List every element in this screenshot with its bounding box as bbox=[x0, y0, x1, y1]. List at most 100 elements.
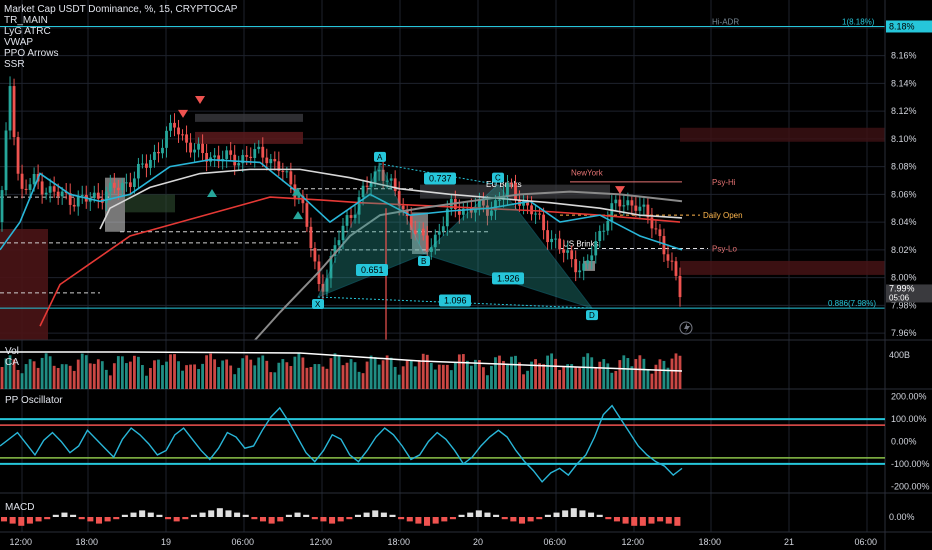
chart-window: Hi-ADR 1(8.18%) 0.886(7.98%) Psy-Hi Daily Op… bbox=[0, 0, 932, 550]
volume-bar bbox=[145, 375, 148, 389]
legend-vwap[interactable]: VWAP bbox=[4, 37, 237, 48]
macd-bar bbox=[190, 514, 197, 517]
volume-bar bbox=[241, 358, 245, 389]
macd-bar bbox=[199, 512, 206, 517]
macd-bar bbox=[70, 514, 77, 517]
macd-bar bbox=[329, 517, 336, 524]
volume-bar bbox=[96, 359, 100, 389]
oscillator-title[interactable]: PP Oscillator bbox=[5, 395, 63, 406]
candle-body bbox=[622, 205, 626, 207]
candle-body bbox=[116, 187, 120, 191]
candle-body bbox=[0, 190, 4, 223]
macd-bar bbox=[78, 517, 85, 520]
daily-open-label: Daily Open bbox=[703, 211, 743, 220]
candle-body bbox=[124, 182, 128, 184]
volume-bar bbox=[124, 363, 128, 389]
supply-zone-3 bbox=[680, 127, 885, 142]
volume-bar bbox=[24, 364, 28, 389]
candle-body bbox=[341, 225, 345, 241]
volume-bar bbox=[389, 357, 393, 389]
volume-bar bbox=[586, 353, 590, 389]
candle-body bbox=[289, 171, 293, 185]
macd-bar bbox=[320, 517, 327, 522]
chart-canvas[interactable]: Hi-ADR 1(8.18%) 0.886(7.98%) Psy-Hi Daily Op… bbox=[0, 0, 932, 550]
macd-bar bbox=[182, 517, 189, 520]
volume-bar bbox=[622, 355, 626, 389]
volume-bar bbox=[361, 373, 365, 389]
legend-tr-main[interactable]: TR_MAIN bbox=[4, 15, 237, 26]
candle-body bbox=[570, 250, 574, 260]
candle-body bbox=[558, 238, 562, 250]
volume-bar bbox=[353, 362, 357, 389]
candle-body bbox=[361, 185, 365, 198]
macd-bar bbox=[242, 514, 249, 517]
y-tick-label-9: 8.00% bbox=[891, 273, 917, 283]
volume-bar bbox=[237, 367, 241, 389]
macd-bar bbox=[501, 517, 508, 520]
volume-legend-ca[interactable]: CA bbox=[5, 357, 19, 368]
candle-body bbox=[24, 188, 28, 190]
harmonic-point-D: D bbox=[589, 311, 595, 320]
candle-body bbox=[189, 142, 192, 153]
macd-bar bbox=[311, 517, 318, 520]
osc-y-label-1: 100.00% bbox=[891, 414, 927, 424]
macd-bar bbox=[121, 514, 128, 517]
volume-bar bbox=[261, 355, 265, 389]
x-tick-label-0: 12:00 bbox=[10, 537, 33, 547]
x-tick-label-11: 06:00 bbox=[855, 537, 878, 547]
candle-body bbox=[506, 183, 509, 196]
volume-bar bbox=[32, 361, 36, 389]
macd-bar bbox=[44, 517, 51, 520]
volume-bar bbox=[68, 365, 72, 389]
volume-bar bbox=[486, 375, 489, 389]
volume-bar bbox=[437, 364, 441, 389]
candle-body bbox=[257, 146, 261, 150]
legend-lyg-atrc[interactable]: LyG ATRC bbox=[4, 26, 237, 37]
candle-body bbox=[337, 240, 341, 246]
y-tick-label-3: 8.12% bbox=[891, 106, 917, 116]
volume-bar bbox=[381, 360, 385, 389]
candle-body bbox=[365, 185, 369, 187]
candle-body bbox=[16, 137, 20, 174]
y-tick-label-5: 8.08% bbox=[891, 162, 917, 172]
macd-bar bbox=[18, 517, 25, 526]
candle-body bbox=[185, 134, 188, 143]
macd-bar bbox=[52, 514, 59, 517]
volume-bar bbox=[345, 362, 349, 389]
candle-body bbox=[642, 204, 646, 207]
macd-bar bbox=[458, 514, 465, 517]
macd-bar bbox=[579, 510, 586, 517]
volume-bar bbox=[590, 357, 594, 389]
volume-bar bbox=[80, 353, 84, 389]
volume-bar bbox=[449, 370, 453, 389]
legend-ppo-arrows[interactable]: PPO Arrows bbox=[4, 48, 237, 59]
macd-bar bbox=[389, 514, 396, 517]
candle-body bbox=[28, 184, 32, 190]
volume-y-label: 400B bbox=[889, 350, 910, 360]
volume-bar bbox=[173, 354, 176, 389]
volume-bar bbox=[76, 359, 80, 389]
volume-bar bbox=[634, 359, 638, 389]
candle-body bbox=[590, 255, 594, 261]
chart-title[interactable]: Market Cap USDT Dominance, %, 15, CRYPTO… bbox=[4, 4, 237, 15]
macd-title[interactable]: MACD bbox=[5, 502, 34, 513]
volume-bar bbox=[297, 353, 301, 389]
candle-body bbox=[120, 182, 124, 191]
volume-bar bbox=[550, 353, 554, 389]
macd-bar bbox=[562, 510, 569, 517]
candle-body bbox=[349, 215, 353, 218]
volume-legend-vol[interactable]: Vol bbox=[5, 346, 19, 357]
volume-bar bbox=[546, 355, 550, 389]
legend-ssr[interactable]: SSR bbox=[4, 59, 237, 70]
candle-body bbox=[52, 186, 56, 192]
volume-bar bbox=[221, 360, 225, 389]
macd-bar bbox=[424, 517, 431, 526]
volume-legend: Vol CA bbox=[5, 346, 19, 368]
candle-body bbox=[602, 230, 606, 232]
candle-body bbox=[670, 260, 674, 262]
volume-bar bbox=[128, 361, 132, 389]
candle-body bbox=[586, 260, 590, 264]
candle-body bbox=[225, 150, 229, 159]
candle-body bbox=[666, 254, 670, 261]
macd-bar bbox=[484, 512, 491, 517]
